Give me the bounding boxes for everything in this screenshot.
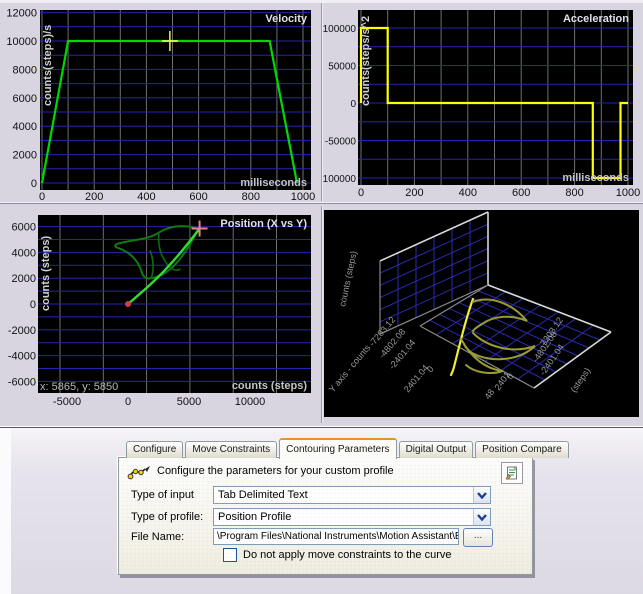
tab-bar: Configure Move Constraints Contouring Para…	[118, 438, 569, 459]
y-tick-label: 50000	[328, 62, 356, 73]
browse-button[interactable]: ...	[463, 528, 493, 547]
tab-contouring-parameters[interactable]: Contouring Parameters	[279, 438, 397, 459]
type-of-input-row: Type of input Tab Delimited Text	[119, 486, 532, 504]
y-tick-label: 100000	[323, 24, 356, 35]
velocity-plot[interactable]: 0 200 400 600 800 1000 0 2000 4000 6000 8000 10000 1…	[2, 4, 321, 200]
plot-area-3d	[324, 210, 639, 417]
x-tick-label: 600	[512, 187, 530, 199]
tab-page-contouring-parameters: Configure the parameters for your custom…	[118, 457, 533, 575]
edit-notes-button[interactable]	[501, 462, 523, 484]
y-tick-label: 0	[350, 99, 356, 110]
x-tick-label: 800	[565, 187, 583, 199]
y-tick-label: -50000	[325, 137, 357, 148]
type-of-profile-combo[interactable]: Position Profile	[213, 508, 491, 526]
type-of-profile-dropdown-button[interactable]	[473, 509, 490, 525]
type-of-input-label: Type of input	[131, 489, 194, 501]
y-tick-label: -2000	[8, 325, 36, 337]
x-tick-label: 200	[405, 187, 423, 199]
plot-title: Position (X vs Y)	[220, 218, 307, 230]
y-tick-label: 6000	[12, 222, 36, 234]
x-axis-label: milliseconds	[240, 177, 307, 189]
chevron-down-icon	[477, 492, 487, 499]
x-tick-label: 400	[459, 187, 477, 199]
y-tick-label: -100000	[323, 174, 356, 185]
move-constraints-checkbox-row: Do not apply move constraints to the cur…	[223, 548, 452, 562]
cursor-readout: x: 5865, y: 5850	[40, 381, 118, 393]
move-constraints-checkbox-label: Do not apply move constraints to the cur…	[243, 549, 452, 561]
y-tick-label: 10000	[6, 36, 37, 48]
tab-configure[interactable]: Configure	[126, 441, 184, 458]
y-tick-label: 0	[31, 178, 37, 190]
type-of-input-dropdown-button[interactable]	[473, 487, 490, 503]
position-3d-plot[interactable]: counts (steps) -7203.12 -4802.08 -2401.04 0 2…	[323, 207, 641, 419]
edit-notes-icon	[505, 466, 517, 480]
x-tick-label: 1000	[616, 187, 640, 199]
chevron-down-icon	[477, 514, 487, 521]
x-tick-label: 10000	[235, 396, 266, 408]
contouring-dialog: Configure Move Constraints Contouring Para…	[118, 438, 569, 575]
x-tick-label: 5000	[177, 396, 201, 408]
file-name-label: File Name:	[131, 531, 185, 543]
x-tick-label: 400	[137, 191, 155, 200]
y-tick-label: 4000	[12, 247, 36, 259]
position-3d-plot-canvas[interactable]: counts (steps)-7203.12-4802.08-2401.04 02…	[323, 207, 641, 419]
contour-profile-icon	[127, 466, 150, 480]
tab-digital-output[interactable]: Digital Output	[398, 441, 474, 458]
y-axis-label: counts(steps/s^2	[360, 16, 372, 106]
x-tick-label: 200	[85, 191, 103, 200]
y-tick-label: 6000	[13, 93, 37, 105]
position-xy-plot-canvas[interactable]: -5000 0 5000 10000 -6000 -4000 -2000 0 2000 4000 6…	[2, 207, 321, 419]
x-tick-label: 0	[39, 191, 45, 200]
type-of-profile-row: Type of profile: Position Profile	[119, 508, 532, 526]
type-of-input-combo[interactable]: Tab Delimited Text	[213, 486, 491, 504]
x-tick-label: -5000	[53, 396, 81, 408]
plot-area	[40, 10, 311, 190]
type-of-profile-value: Position Profile	[218, 511, 292, 523]
y-tick-label: 4000	[13, 121, 37, 133]
position-xy-plot[interactable]: -5000 0 5000 10000 -6000 -4000 -2000 0 2000 4000 6…	[2, 207, 321, 419]
start-point-marker	[125, 301, 131, 307]
move-constraints-checkbox[interactable]	[223, 548, 237, 562]
y-tick-label: 2000	[13, 150, 37, 162]
x-tick-label: 1000	[291, 191, 315, 200]
panel-divider-horizontal	[0, 201, 643, 206]
x-tick-label: 800	[242, 191, 260, 200]
panel-divider-vertical	[321, 3, 323, 423]
plot-title: Velocity	[265, 13, 307, 25]
x-tick-label: 0	[358, 187, 364, 199]
acceleration-plot[interactable]: 0 200 400 600 800 1000 -100000 -50000 0 50000 1000…	[323, 4, 641, 200]
acceleration-plot-canvas[interactable]: 0 200 400 600 800 1000 -100000 -50000 0 50000 1000…	[323, 4, 641, 200]
y-tick-label: 2000	[12, 273, 36, 285]
motion-assistant-screen: 0 200 400 600 800 1000 0 2000 4000 6000 8000 10000 1…	[0, 0, 643, 594]
y-tick-label: 8000	[13, 64, 37, 76]
velocity-plot-canvas[interactable]: 0 200 400 600 800 100002000400060008000100001…	[2, 4, 321, 200]
y-tick-label: -6000	[8, 376, 36, 388]
file-name-input[interactable]: \Program Files\National Instruments\Moti…	[213, 528, 459, 545]
y-tick-label: -4000	[8, 351, 36, 363]
type-of-profile-label: Type of profile:	[131, 511, 204, 523]
plot-title: Acceleration	[563, 13, 629, 25]
x-tick-label: 0	[125, 396, 131, 408]
y-tick-label: 0	[30, 299, 36, 311]
description-row: Configure the parameters for your custom…	[119, 461, 532, 484]
dialog-description: Configure the parameters for your custom…	[157, 465, 394, 477]
x-axis-label: counts (steps)	[232, 380, 308, 392]
y-tick-label: 12000	[6, 8, 37, 20]
y-axis-label: counts(steps)/s	[42, 25, 54, 106]
y-axis-label: counts (steps)	[40, 235, 52, 311]
configuration-region: Configure Move Constraints Contouring Para…	[0, 427, 643, 594]
tab-move-constraints[interactable]: Move Constraints	[185, 441, 278, 458]
type-of-input-value: Tab Delimited Text	[218, 489, 308, 501]
x-axis-label: milliseconds	[562, 172, 629, 184]
x-tick-label: 600	[189, 191, 207, 200]
file-name-row: File Name: \Program Files\National Instr…	[119, 528, 532, 547]
plots-region: 0 200 400 600 800 1000 0 2000 4000 6000 8000 10000 1…	[0, 0, 643, 427]
tab-position-compare[interactable]: Position Compare	[475, 441, 569, 458]
